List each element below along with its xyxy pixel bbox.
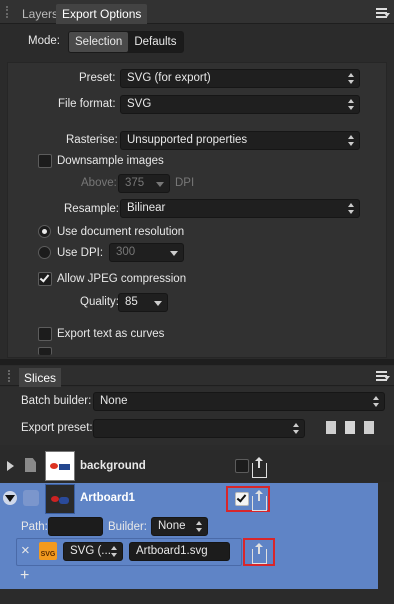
stepper-arrows-icon: [111, 546, 117, 557]
thumbnail-red-shape: [50, 463, 58, 469]
slice-name-background[interactable]: background: [80, 460, 146, 472]
mode-selection-button[interactable]: Selection: [69, 32, 129, 52]
quality-dropdown[interactable]: 85: [118, 293, 168, 312]
collapse-triangle-icon: [5, 495, 15, 502]
tab-export-options[interactable]: Export Options: [56, 4, 148, 24]
dpi-dropdown[interactable]: 300: [109, 243, 184, 262]
thumbnail-blue-shape: [59, 464, 70, 470]
export-text-curves-label: Export text as curves: [57, 328, 165, 340]
remove-format-icon[interactable]: ×: [21, 542, 30, 559]
filename-input[interactable]: Artboard1.svg: [129, 542, 230, 561]
downsample-checkbox[interactable]: [38, 154, 52, 168]
resample-value: Bilinear: [127, 202, 166, 214]
chevron-down-icon: [154, 301, 162, 306]
panel-grip-icon[interactable]: [8, 370, 14, 382]
add-format-icon[interactable]: +: [20, 567, 29, 585]
batch-builder-dropdown[interactable]: None: [93, 392, 385, 411]
use-document-resolution-label: Use document resolution: [57, 226, 185, 238]
format-value: SVG (...: [70, 545, 111, 557]
panel-tab-bar: Layers Export Options: [0, 0, 394, 24]
partial-checkbox[interactable]: [38, 347, 52, 355]
batch-builder-value: None: [100, 395, 128, 407]
artboard-type-icon: [23, 490, 39, 506]
tab-slices[interactable]: Slices: [19, 368, 62, 388]
export-preset-dropdown[interactable]: [93, 419, 305, 438]
stepper-arrows-icon: [348, 73, 354, 84]
thumbnail-blue-shape: [59, 497, 69, 504]
artboard1-thumbnail: [45, 484, 75, 514]
above-dpi-dropdown[interactable]: 375: [118, 174, 170, 193]
stepper-arrows-icon: [196, 521, 202, 532]
mode-defaults-button[interactable]: Defaults: [128, 32, 182, 52]
slice-name-artboard1[interactable]: Artboard1: [80, 492, 135, 504]
add-preset-icon[interactable]: [364, 421, 374, 434]
collapse-button[interactable]: [3, 491, 17, 505]
builder-label: Builder:: [108, 521, 147, 533]
hamburger-menu-icon[interactable]: [376, 8, 390, 18]
stepper-arrows-icon: [348, 99, 354, 110]
file-format-label: File format:: [58, 98, 116, 110]
resample-label: Resample:: [64, 203, 119, 215]
file-format-value: SVG: [127, 98, 152, 110]
panel-grip-icon[interactable]: [6, 6, 12, 18]
paste-preset-icon[interactable]: [345, 421, 355, 434]
quality-label: Quality:: [80, 296, 119, 308]
chevron-down-icon: [170, 251, 178, 256]
export-slice-icon[interactable]: [252, 490, 267, 511]
slices-tab-bar: Slices: [0, 366, 394, 388]
path-label: Path:: [21, 521, 48, 533]
path-input[interactable]: [48, 517, 103, 536]
checkmark-icon: [236, 492, 247, 503]
above-label: Above:: [81, 177, 117, 189]
use-dpi-radio[interactable]: [38, 246, 51, 259]
preset-label: Preset:: [79, 72, 116, 84]
quality-value: 85: [125, 296, 138, 308]
dpi-value: 300: [116, 246, 136, 258]
checkmark-icon: [39, 272, 50, 283]
stepper-arrows-icon: [348, 135, 354, 146]
background-thumbnail: [45, 451, 75, 481]
allow-jpeg-label: Allow JPEG compression: [57, 273, 187, 285]
export-preset-label: Export preset:: [21, 422, 93, 434]
batch-builder-label: Batch builder:: [21, 395, 92, 407]
svg-file-icon: SVG: [39, 542, 57, 560]
downsample-label: Downsample images: [57, 155, 164, 167]
copy-preset-icon[interactable]: [326, 421, 336, 434]
above-unit-label: DPI: [175, 177, 195, 189]
expand-triangle-icon[interactable]: [7, 461, 14, 471]
allow-jpeg-checkbox[interactable]: [38, 272, 52, 286]
mode-label: Mode:: [28, 35, 60, 47]
stepper-arrows-icon: [293, 423, 299, 434]
preset-value: SVG (for export): [127, 72, 211, 84]
export-slice-icon[interactable]: [252, 457, 267, 478]
format-dropdown[interactable]: SVG (...: [63, 542, 123, 561]
resample-dropdown[interactable]: Bilinear: [120, 199, 360, 218]
builder-dropdown[interactable]: None: [151, 517, 208, 536]
rasterise-value: Unsupported properties: [127, 134, 248, 146]
stepper-arrows-icon: [373, 396, 379, 407]
file-format-dropdown[interactable]: SVG: [120, 95, 360, 114]
artboard1-export-checkbox[interactable]: [235, 492, 249, 506]
rasterise-dropdown[interactable]: Unsupported properties: [120, 131, 360, 150]
above-value: 375: [125, 177, 145, 189]
layer-type-icon: [25, 458, 36, 472]
export-text-curves-checkbox[interactable]: [38, 327, 52, 341]
mode-segmented-control: Selection Defaults: [68, 31, 184, 53]
use-document-resolution-radio[interactable]: [38, 225, 51, 238]
chevron-down-icon: [156, 182, 164, 187]
panel-divider: [0, 359, 394, 365]
background-export-checkbox[interactable]: [235, 459, 249, 473]
preset-dropdown[interactable]: SVG (for export): [120, 69, 360, 88]
stepper-arrows-icon: [348, 203, 354, 214]
use-dpi-label: Use DPI:: [57, 247, 104, 259]
builder-value: None: [158, 520, 186, 532]
export-format-icon[interactable]: [252, 543, 267, 564]
hamburger-menu-icon[interactable]: [376, 371, 390, 381]
thumbnail-red-shape: [51, 496, 59, 502]
rasterise-label: Rasterise:: [66, 134, 118, 146]
